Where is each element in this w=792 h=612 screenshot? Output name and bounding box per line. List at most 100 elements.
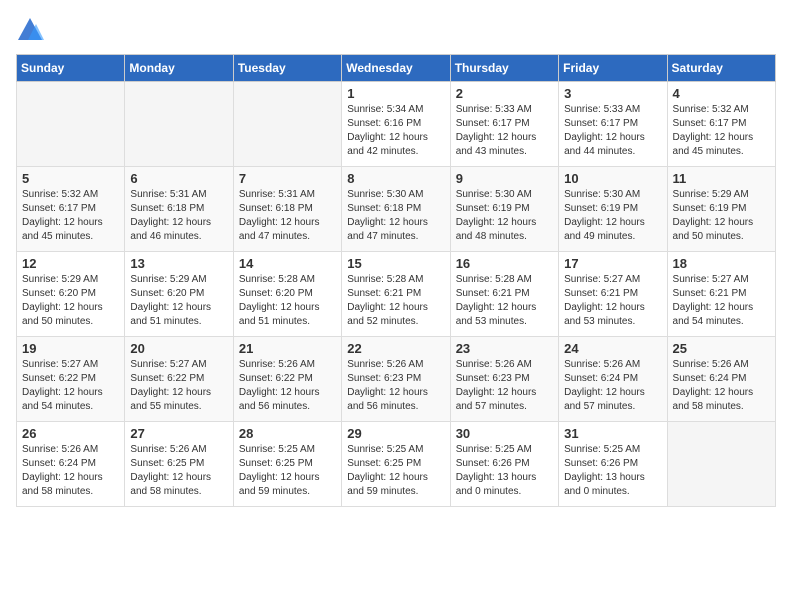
weekday-header-wednesday: Wednesday [342, 55, 450, 82]
cell-details: Sunrise: 5:31 AMSunset: 6:18 PMDaylight:… [130, 188, 227, 244]
calendar-week-3: 12 Sunrise: 5:29 AMSunset: 6:20 PMDayligh… [17, 252, 776, 337]
calendar-cell: 13 Sunrise: 5:29 AMSunset: 6:20 PMDayligh… [125, 252, 233, 337]
cell-details: Sunrise: 5:26 AMSunset: 6:24 PMDaylight:… [22, 443, 119, 499]
calendar-cell: 6 Sunrise: 5:31 AMSunset: 6:18 PMDaylight… [125, 167, 233, 252]
cell-details: Sunrise: 5:25 AMSunset: 6:25 PMDaylight:… [239, 443, 336, 499]
day-number: 15 [347, 256, 444, 271]
calendar-cell: 18Sunrise: 5:27 AMSunset: 6:21 PMDayligh… [667, 252, 775, 337]
calendar-cell: 11 Sunrise: 5:29 AMSunset: 6:19 PMDayligh… [667, 167, 775, 252]
day-number: 19 [22, 341, 119, 356]
calendar-cell: 29 Sunrise: 5:25 AMSunset: 6:25 PMDayligh… [342, 422, 450, 507]
day-number: 28 [239, 426, 336, 441]
calendar-cell [17, 82, 125, 167]
day-number: 9 [456, 171, 553, 186]
calendar-cell: 19 Sunrise: 5:27 AMSunset: 6:22 PMDayligh… [17, 337, 125, 422]
cell-details: Sunrise: 5:25 AMSunset: 6:25 PMDaylight:… [347, 443, 444, 499]
calendar-cell: 14 Sunrise: 5:28 AMSunset: 6:20 PMDayligh… [233, 252, 341, 337]
cell-details: Sunrise: 5:29 AMSunset: 6:19 PMDaylight:… [673, 188, 770, 244]
cell-details: Sunrise: 5:28 AMSunset: 6:21 PMDaylight:… [347, 273, 444, 329]
cell-details: Sunrise: 5:29 AMSunset: 6:20 PMDaylight:… [130, 273, 227, 329]
day-number: 12 [22, 256, 119, 271]
day-number: 11 [673, 171, 770, 186]
weekday-header-friday: Friday [559, 55, 667, 82]
cell-details: Sunrise: 5:29 AMSunset: 6:20 PMDaylight:… [22, 273, 119, 329]
calendar-cell: 27 Sunrise: 5:26 AMSunset: 6:25 PMDayligh… [125, 422, 233, 507]
day-number: 6 [130, 171, 227, 186]
cell-details: Sunrise: 5:30 AMSunset: 6:19 PMDaylight:… [456, 188, 553, 244]
calendar-cell: 3 Sunrise: 5:33 AMSunset: 6:17 PMDaylight… [559, 82, 667, 167]
calendar-cell: 8 Sunrise: 5:30 AMSunset: 6:18 PMDaylight… [342, 167, 450, 252]
day-number: 30 [456, 426, 553, 441]
day-number: 18 [673, 256, 770, 271]
cell-details: Sunrise: 5:26 AMSunset: 6:24 PMDaylight:… [564, 358, 661, 414]
cell-details: Sunrise: 5:26 AMSunset: 6:24 PMDaylight:… [673, 358, 770, 414]
calendar-cell: 7Sunrise: 5:31 AMSunset: 6:18 PMDaylight… [233, 167, 341, 252]
logo-icon [16, 16, 44, 44]
calendar-cell [125, 82, 233, 167]
day-number: 20 [130, 341, 227, 356]
weekday-header-saturday: Saturday [667, 55, 775, 82]
day-number: 13 [130, 256, 227, 271]
day-number: 23 [456, 341, 553, 356]
calendar-table: SundayMondayTuesdayWednesdayThursdayFrid… [16, 54, 776, 507]
day-number: 16 [456, 256, 553, 271]
cell-details: Sunrise: 5:27 AMSunset: 6:22 PMDaylight:… [22, 358, 119, 414]
calendar-cell: 16 Sunrise: 5:28 AMSunset: 6:21 PMDayligh… [450, 252, 558, 337]
cell-details: Sunrise: 5:25 AMSunset: 6:26 PMDaylight:… [456, 443, 553, 499]
cell-details: Sunrise: 5:27 AMSunset: 6:22 PMDaylight:… [130, 358, 227, 414]
cell-details: Sunrise: 5:33 AMSunset: 6:17 PMDaylight:… [456, 103, 553, 159]
calendar-week-1: 1 Sunrise: 5:34 AMSunset: 6:16 PMDaylight… [17, 82, 776, 167]
calendar-week-4: 19 Sunrise: 5:27 AMSunset: 6:22 PMDayligh… [17, 337, 776, 422]
calendar-cell: 9 Sunrise: 5:30 AMSunset: 6:19 PMDaylight… [450, 167, 558, 252]
cell-details: Sunrise: 5:26 AMSunset: 6:22 PMDaylight:… [239, 358, 336, 414]
calendar-cell: 28 Sunrise: 5:25 AMSunset: 6:25 PMDayligh… [233, 422, 341, 507]
cell-details: Sunrise: 5:30 AMSunset: 6:18 PMDaylight:… [347, 188, 444, 244]
day-number: 21 [239, 341, 336, 356]
cell-details: Sunrise: 5:32 AMSunset: 6:17 PMDaylight:… [22, 188, 119, 244]
weekday-header-row: SundayMondayTuesdayWednesdayThursdayFrid… [17, 55, 776, 82]
day-number: 31 [564, 426, 661, 441]
cell-details: Sunrise: 5:28 AMSunset: 6:21 PMDaylight:… [456, 273, 553, 329]
calendar-cell: 24 Sunrise: 5:26 AMSunset: 6:24 PMDayligh… [559, 337, 667, 422]
cell-details: Sunrise: 5:26 AMSunset: 6:23 PMDaylight:… [456, 358, 553, 414]
day-number: 1 [347, 86, 444, 101]
cell-details: Sunrise: 5:28 AMSunset: 6:20 PMDaylight:… [239, 273, 336, 329]
day-number: 25 [673, 341, 770, 356]
weekday-header-sunday: Sunday [17, 55, 125, 82]
calendar-cell [233, 82, 341, 167]
calendar-cell: 12 Sunrise: 5:29 AMSunset: 6:20 PMDayligh… [17, 252, 125, 337]
cell-details: Sunrise: 5:26 AMSunset: 6:25 PMDaylight:… [130, 443, 227, 499]
day-number: 2 [456, 86, 553, 101]
calendar-cell: 31Sunrise: 5:25 AMSunset: 6:26 PMDayligh… [559, 422, 667, 507]
day-number: 26 [22, 426, 119, 441]
calendar-cell: 25 Sunrise: 5:26 AMSunset: 6:24 PMDayligh… [667, 337, 775, 422]
day-number: 27 [130, 426, 227, 441]
day-number: 8 [347, 171, 444, 186]
calendar-cell: 5 Sunrise: 5:32 AMSunset: 6:17 PMDaylight… [17, 167, 125, 252]
weekday-header-monday: Monday [125, 55, 233, 82]
weekday-header-tuesday: Tuesday [233, 55, 341, 82]
day-number: 22 [347, 341, 444, 356]
day-number: 24 [564, 341, 661, 356]
day-number: 14 [239, 256, 336, 271]
cell-details: Sunrise: 5:33 AMSunset: 6:17 PMDaylight:… [564, 103, 661, 159]
calendar-cell [667, 422, 775, 507]
cell-details: Sunrise: 5:32 AMSunset: 6:17 PMDaylight:… [673, 103, 770, 159]
day-number: 10 [564, 171, 661, 186]
day-number: 3 [564, 86, 661, 101]
calendar-cell: 20 Sunrise: 5:27 AMSunset: 6:22 PMDayligh… [125, 337, 233, 422]
calendar-cell: 4Sunrise: 5:32 AMSunset: 6:17 PMDaylight… [667, 82, 775, 167]
day-number: 17 [564, 256, 661, 271]
day-number: 29 [347, 426, 444, 441]
cell-details: Sunrise: 5:34 AMSunset: 6:16 PMDaylight:… [347, 103, 444, 159]
cell-details: Sunrise: 5:31 AMSunset: 6:18 PMDaylight:… [239, 188, 336, 244]
logo [16, 16, 48, 44]
calendar-cell: 17 Sunrise: 5:27 AMSunset: 6:21 PMDayligh… [559, 252, 667, 337]
cell-details: Sunrise: 5:26 AMSunset: 6:23 PMDaylight:… [347, 358, 444, 414]
calendar-cell: 22 Sunrise: 5:26 AMSunset: 6:23 PMDayligh… [342, 337, 450, 422]
day-number: 5 [22, 171, 119, 186]
calendar-cell: 2 Sunrise: 5:33 AMSunset: 6:17 PMDaylight… [450, 82, 558, 167]
calendar-cell: 1 Sunrise: 5:34 AMSunset: 6:16 PMDaylight… [342, 82, 450, 167]
calendar-cell: 23 Sunrise: 5:26 AMSunset: 6:23 PMDayligh… [450, 337, 558, 422]
cell-details: Sunrise: 5:27 AMSunset: 6:21 PMDaylight:… [564, 273, 661, 329]
